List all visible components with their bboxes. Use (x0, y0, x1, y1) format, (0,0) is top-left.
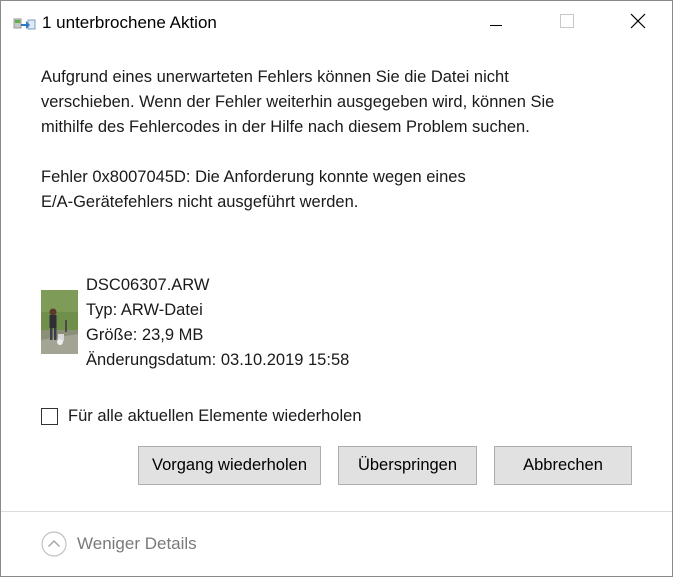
error-line: Fehler 0x8007045D: Die Anforderung konnt… (41, 168, 466, 186)
error-message: Aufgrund eines unerwarteten Fehlers könn… (41, 65, 631, 140)
maximize-button[interactable] (544, 1, 590, 45)
retry-button[interactable]: Vorgang wiederholen (138, 446, 321, 485)
file-type: Typ: ARW-Datei (86, 301, 203, 319)
window-title: 1 unterbrochene Aktion (42, 13, 217, 32)
message-line: mithilfe des Fehlercodes in der Hilfe na… (41, 118, 530, 136)
close-button[interactable] (615, 1, 661, 45)
minimize-icon (490, 14, 502, 32)
move-file-icon (13, 15, 37, 33)
skip-button[interactable]: Überspringen (338, 446, 477, 485)
maximize-icon (560, 13, 574, 33)
error-code-text: Fehler 0x8007045D: Die Anforderung konnt… (41, 165, 631, 215)
file-name: DSC06307.ARW (86, 276, 210, 294)
close-icon (630, 13, 646, 34)
error-dialog: 1 unterbrochene Aktion Aufgrund eines un… (0, 0, 673, 577)
file-thumbnail (41, 290, 78, 354)
repeat-for-all-option[interactable]: Für alle aktuellen Elemente wiederholen (41, 407, 362, 426)
fewer-details-toggle[interactable]: Weniger Details (41, 531, 197, 557)
cancel-button[interactable]: Abbrechen (494, 446, 632, 485)
minimize-button[interactable] (473, 1, 519, 45)
error-line: E/A-Gerätefehlers nicht ausgeführt werde… (41, 193, 359, 211)
repeat-for-all-label[interactable]: Für alle aktuellen Elemente wiederholen (68, 407, 362, 426)
dialog-footer: Weniger Details (1, 511, 672, 576)
chevron-up-icon (41, 531, 67, 557)
title-bar: 1 unterbrochene Aktion (1, 1, 672, 47)
file-modified-date: Änderungsdatum: 03.10.2019 15:58 (86, 351, 350, 369)
file-details: DSC06307.ARW Typ: ARW-Datei Größe: 23,9 … (86, 273, 349, 373)
fewer-details-label[interactable]: Weniger Details (77, 534, 197, 554)
repeat-for-all-checkbox[interactable] (41, 408, 58, 425)
file-size: Größe: 23,9 MB (86, 326, 204, 344)
message-line: Aufgrund eines unerwarteten Fehlers könn… (41, 68, 509, 86)
message-line: verschieben. Wenn der Fehler weiterhin a… (41, 93, 555, 111)
